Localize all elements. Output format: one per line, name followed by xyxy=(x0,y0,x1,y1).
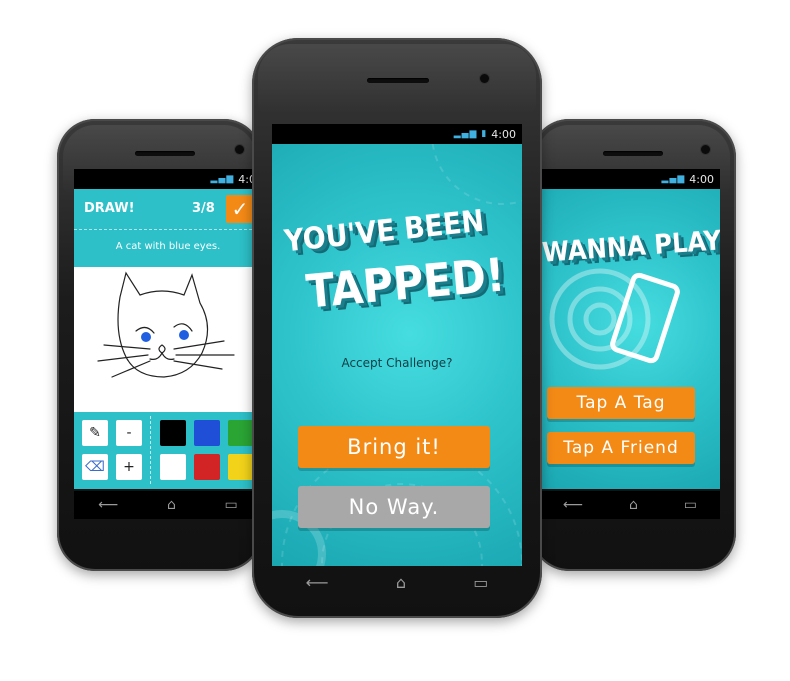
phone-outline-icon xyxy=(610,272,680,364)
home-icon[interactable]: ⌂ xyxy=(629,497,638,513)
status-bar: ▂▄▆ ▮ 4:00 xyxy=(272,124,522,144)
plus-icon: + xyxy=(123,459,135,475)
drawing-canvas[interactable] xyxy=(74,267,262,412)
back-icon[interactable]: ⟵ xyxy=(563,497,583,513)
speaker xyxy=(135,151,195,156)
toolbox-divider xyxy=(150,416,151,484)
recent-apps-icon[interactable]: ▭ xyxy=(473,573,488,592)
color-swatch-black[interactable] xyxy=(160,420,186,446)
submit-check-button[interactable]: ✓ xyxy=(226,195,254,223)
nav-bar: ⟵ ⌂ ▭ xyxy=(74,491,262,519)
speaker xyxy=(367,78,429,83)
no-way-button[interactable]: No Way. xyxy=(298,486,490,528)
center-phone: ▂▄▆ ▮ 4:00 YOU'VE BEEN TAPPED! Accept Ch… xyxy=(252,38,542,618)
accept-challenge-text: Accept Challenge? xyxy=(341,356,453,370)
pen-icon: ✎ xyxy=(89,425,101,441)
progress-counter: 3/8 xyxy=(192,201,215,216)
camera xyxy=(235,145,244,154)
camera xyxy=(701,145,710,154)
status-time: 4:00 xyxy=(689,172,714,186)
back-icon[interactable]: ⟵ xyxy=(306,573,329,592)
draw-header: DRAW! 3/8 ✓ xyxy=(74,189,262,229)
bring-it-button[interactable]: Bring it! xyxy=(298,426,490,468)
right-screen: ▂▄▆ 4:00 WANNA PLAY? Tap A Tag Tap A Fri… xyxy=(540,169,720,489)
minus-icon: - xyxy=(126,425,132,441)
left-phone: ▂▄▆ 4:0 DRAW! 3/8 ✓ A cat with blue eyes… xyxy=(57,119,262,571)
right-phone: ▂▄▆ 4:00 WANNA PLAY? Tap A Tag Tap A Fri… xyxy=(531,119,736,571)
signal-icon: ▂▄▆ xyxy=(210,174,235,184)
color-swatch-yellow[interactable] xyxy=(228,454,254,480)
center-screen: ▂▄▆ ▮ 4:00 YOU'VE BEEN TAPPED! Accept Ch… xyxy=(272,124,522,566)
eraser-icon: ⌫ xyxy=(85,459,105,475)
color-swatch-blue[interactable] xyxy=(194,420,220,446)
signal-icon: ▂▄▆ ▮ xyxy=(453,129,488,139)
nav-bar: ⟵ ⌂ ▭ xyxy=(272,568,522,596)
recent-apps-icon[interactable]: ▭ xyxy=(224,497,237,513)
color-swatch-red[interactable] xyxy=(194,454,220,480)
toolbox: ✎ - ⌫ + xyxy=(74,412,262,489)
nav-bar: ⟵ ⌂ ▭ xyxy=(540,491,720,519)
camera xyxy=(480,74,489,83)
cat-drawing xyxy=(97,271,235,378)
speaker xyxy=(603,151,663,156)
tap-a-friend-button[interactable]: Tap A Friend xyxy=(547,432,695,464)
home-icon[interactable]: ⌂ xyxy=(396,573,406,592)
drawing-prompt: A cat with blue eyes. xyxy=(74,229,262,268)
status-bar: ▂▄▆ 4:00 xyxy=(540,169,720,189)
brush-smaller-button[interactable]: - xyxy=(116,420,142,446)
brush-larger-button[interactable]: + xyxy=(116,454,142,480)
header-title: DRAW! xyxy=(84,201,135,216)
status-time: 4:00 xyxy=(491,127,516,141)
tap-a-tag-button[interactable]: Tap A Tag xyxy=(547,387,695,419)
status-bar: ▂▄▆ 4:0 xyxy=(74,169,262,189)
pen-tool-button[interactable]: ✎ xyxy=(82,420,108,446)
eraser-tool-button[interactable]: ⌫ xyxy=(82,454,108,480)
home-icon[interactable]: ⌂ xyxy=(167,497,176,513)
color-swatch-green[interactable] xyxy=(228,420,254,446)
checkmark-icon: ✓ xyxy=(231,197,249,221)
back-icon[interactable]: ⟵ xyxy=(98,497,118,513)
recent-apps-icon[interactable]: ▭ xyxy=(684,497,697,513)
right-eye xyxy=(179,330,189,340)
color-swatch-white[interactable] xyxy=(160,454,186,480)
left-screen: ▂▄▆ 4:0 DRAW! 3/8 ✓ A cat with blue eyes… xyxy=(74,169,262,489)
signal-icon: ▂▄▆ xyxy=(661,174,686,184)
left-eye xyxy=(141,332,151,342)
